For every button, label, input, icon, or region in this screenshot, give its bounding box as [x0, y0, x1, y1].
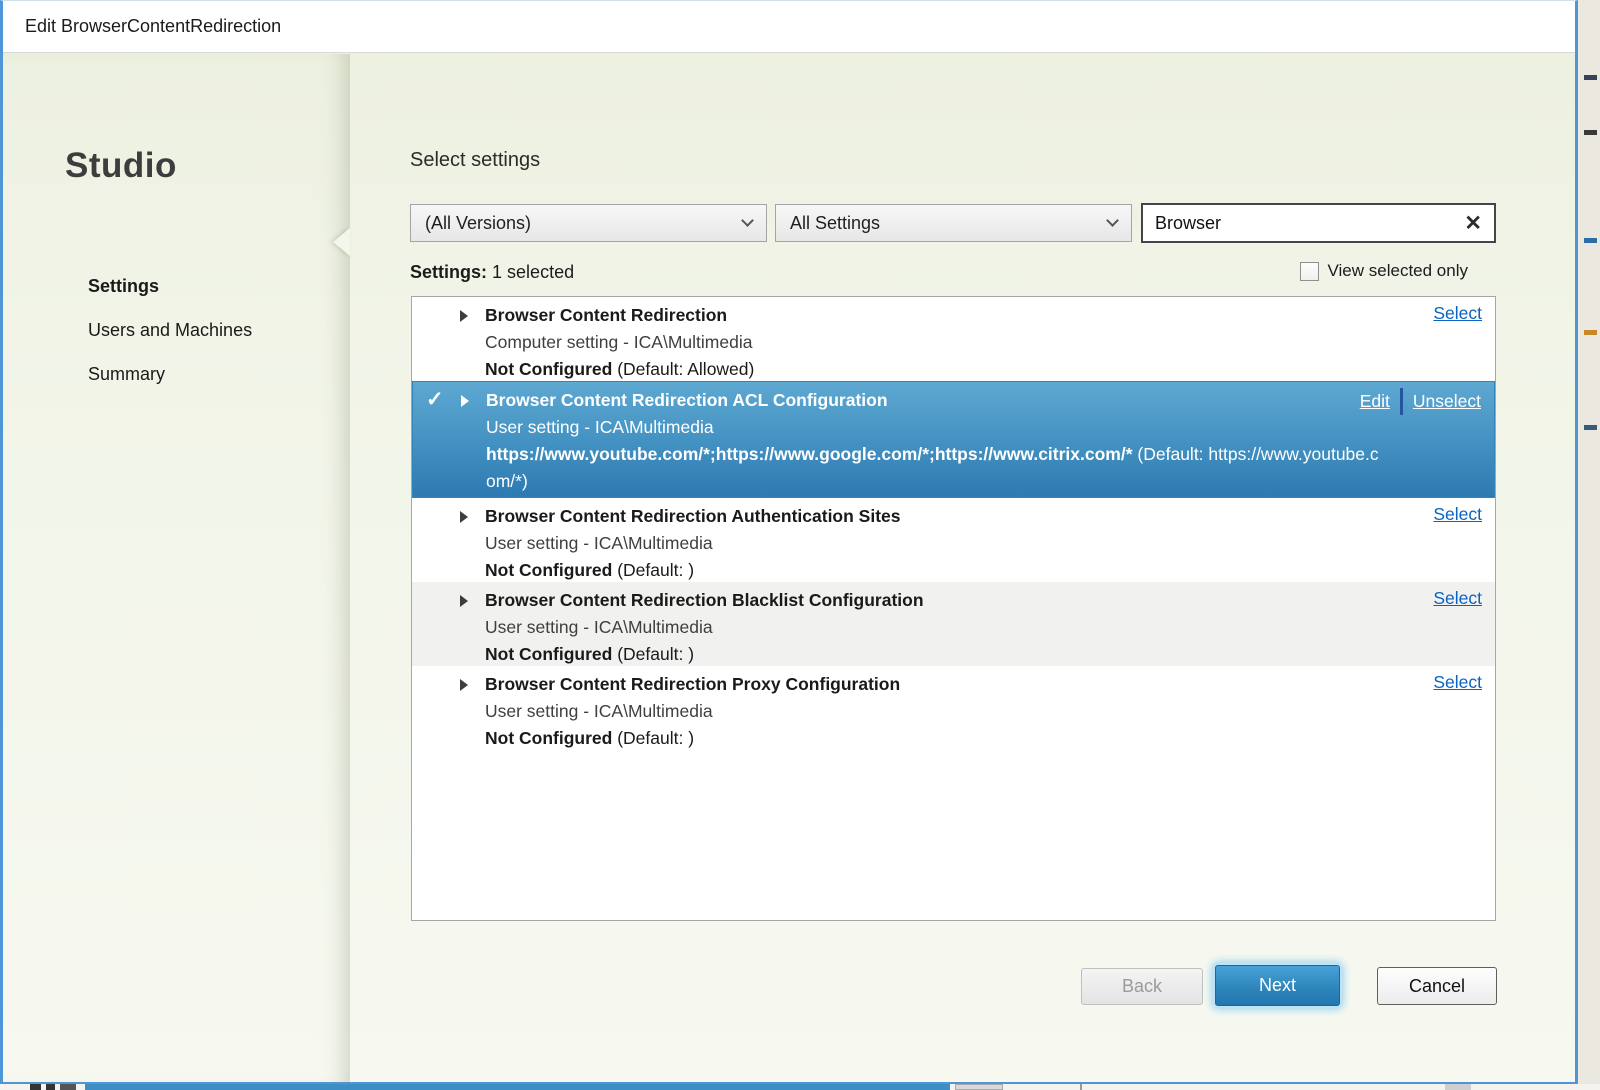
taskbar-fragment [60, 1084, 76, 1090]
taskbar-fragment [85, 1084, 950, 1090]
select-link[interactable]: Select [1433, 303, 1482, 324]
dialog-titlebar: Edit BrowserContentRedirection [3, 1, 1575, 53]
setting-value: Not Configured (Default: ) [485, 557, 1385, 584]
select-link[interactable]: Select [1433, 504, 1482, 525]
studio-logo: Studio [65, 146, 177, 186]
chevron-down-icon [1106, 214, 1119, 227]
setting-name: Browser Content Redirection Proxy Config… [485, 671, 1385, 698]
background-fragment [1584, 75, 1597, 80]
background-fragment [1584, 130, 1597, 135]
edit-policy-dialog: Edit BrowserContentRedirection Studio Se… [0, 0, 1578, 1085]
setting-value: Not Configured (Default: Allowed) [485, 356, 1385, 383]
category-dropdown-value: All Settings [790, 213, 880, 234]
select-link[interactable]: Select [1433, 588, 1482, 609]
setting-name: Browser Content Redirection Blacklist Co… [485, 587, 1385, 614]
taskbar-fragment [30, 1084, 41, 1090]
setting-scope: Computer setting - ICA\Multimedia [485, 329, 1385, 356]
category-dropdown[interactable]: All Settings [775, 204, 1132, 242]
background-fragment [1584, 238, 1597, 243]
setting-row-blacklist-configuration[interactable]: Browser Content Redirection Blacklist Co… [412, 582, 1495, 666]
setting-name: Browser Content Redirection ACL Configur… [486, 387, 1384, 414]
view-selected-only: View selected only [1300, 261, 1469, 281]
taskbar-fragment [46, 1084, 55, 1090]
selection-summary: Settings: 1 selected [410, 262, 574, 283]
page-title: Select settings [410, 149, 540, 172]
expand-icon[interactable] [460, 679, 468, 691]
active-step-notch [333, 228, 350, 256]
select-link[interactable]: Select [1433, 672, 1482, 693]
sidebar-item-users-and-machines[interactable]: Users and Machines [88, 320, 252, 341]
edit-link[interactable]: Edit [1360, 391, 1390, 412]
action-separator [1400, 388, 1403, 415]
setting-name: Browser Content Redirection Authenticati… [485, 503, 1385, 530]
setting-scope: User setting - ICA\Multimedia [485, 614, 1385, 641]
setting-value: https://www.youtube.com/*;https://www.go… [486, 441, 1384, 495]
search-box[interactable]: ✕ [1141, 203, 1496, 243]
setting-row-authentication-sites[interactable]: Browser Content Redirection Authenticati… [412, 498, 1495, 582]
clear-search-icon[interactable]: ✕ [1464, 213, 1482, 234]
taskbar-fragment [1080, 1084, 1082, 1090]
wizard-sidebar: Studio Settings Users and Machines Summa… [3, 54, 350, 1083]
setting-row-browser-content-redirection[interactable]: Browser Content Redirection Computer set… [412, 297, 1495, 381]
taskbar-fragment [1445, 1084, 1471, 1090]
setting-row-proxy-configuration[interactable]: Browser Content Redirection Proxy Config… [412, 666, 1495, 752]
taskbar-sliver [0, 1084, 1600, 1090]
sidebar-item-summary[interactable]: Summary [88, 364, 252, 385]
unselect-link[interactable]: Unselect [1413, 391, 1481, 412]
wizard-steps: Settings Users and Machines Summary [88, 276, 252, 408]
background-fragment [1584, 425, 1597, 430]
background-window-sliver [1581, 0, 1600, 1090]
version-dropdown-value: (All Versions) [425, 213, 531, 234]
back-button[interactable]: Back [1081, 968, 1203, 1005]
selected-check-icon: ✓ [426, 387, 444, 412]
setting-scope: User setting - ICA\Multimedia [486, 414, 1384, 441]
taskbar-fragment [955, 1084, 1003, 1090]
setting-value: Not Configured (Default: ) [485, 725, 1385, 752]
version-dropdown[interactable]: (All Versions) [410, 204, 767, 242]
sidebar-item-settings[interactable]: Settings [88, 276, 252, 297]
setting-scope: User setting - ICA\Multimedia [485, 530, 1385, 557]
setting-name: Browser Content Redirection [485, 302, 1385, 329]
next-button[interactable]: Next [1215, 965, 1340, 1006]
setting-value: Not Configured (Default: ) [485, 641, 1385, 668]
view-selected-only-checkbox[interactable] [1300, 262, 1319, 281]
dialog-title: Edit BrowserContentRedirection [25, 16, 281, 37]
setting-row-acl-configuration-selected[interactable]: ✓ Browser Content Redirection ACL Config… [412, 381, 1495, 498]
expand-icon[interactable] [461, 395, 469, 407]
expand-icon[interactable] [460, 511, 468, 523]
screen: Edit BrowserContentRedirection Studio Se… [0, 0, 1600, 1090]
settings-list-panel: Browser Content Redirection Computer set… [411, 296, 1496, 921]
expand-icon[interactable] [460, 595, 468, 607]
expand-icon[interactable] [460, 310, 468, 322]
selection-summary-value: 1 selected [492, 262, 574, 282]
selection-summary-label: Settings: [410, 262, 487, 282]
chevron-down-icon [741, 214, 754, 227]
view-selected-only-label[interactable]: View selected only [1328, 261, 1469, 281]
cancel-button[interactable]: Cancel [1377, 967, 1497, 1005]
search-input[interactable] [1155, 213, 1464, 234]
setting-scope: User setting - ICA\Multimedia [485, 698, 1385, 725]
background-fragment [1584, 330, 1597, 335]
